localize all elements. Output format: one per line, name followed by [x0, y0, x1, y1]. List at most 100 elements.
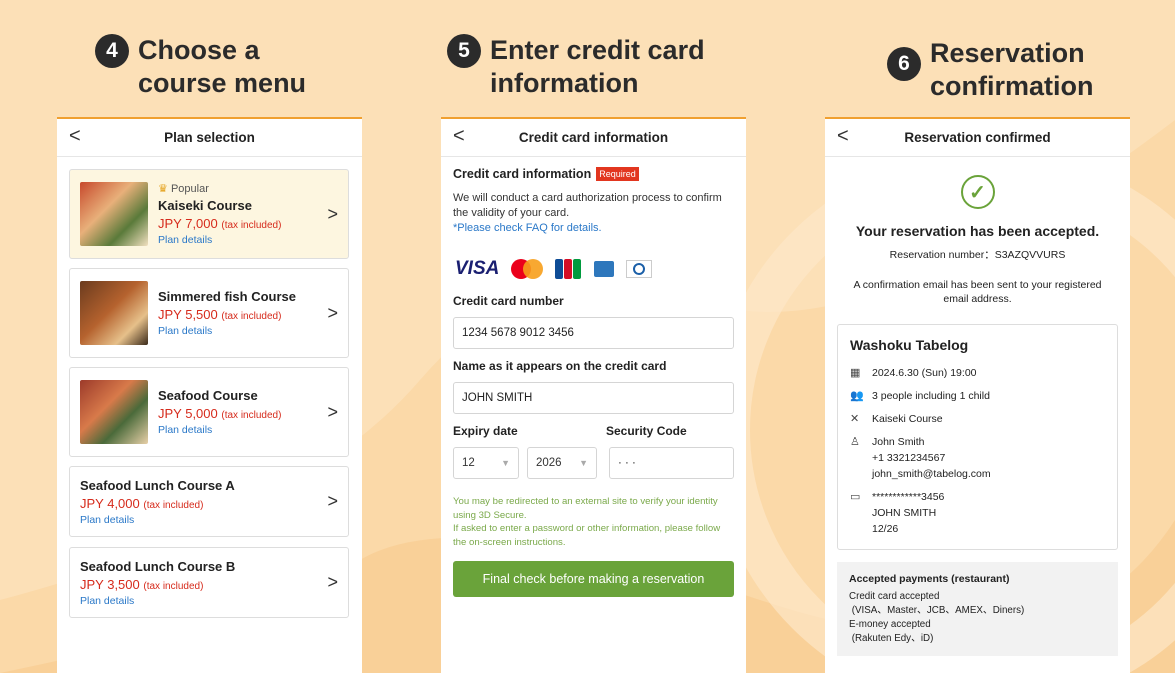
jcb-logo: [555, 259, 582, 279]
detail-datetime: ▦ 2024.6.30 (Sun) 19:00: [850, 365, 1105, 381]
people-value: 3 people including 1 child: [872, 390, 990, 402]
final-check-button[interactable]: Final check before making a reservation: [453, 561, 734, 597]
expiry-security-labels: Expiry date Security Code: [453, 424, 734, 438]
course-photo: [80, 380, 148, 444]
screen-title: Plan selection: [164, 130, 255, 145]
chevron-left-icon[interactable]: <: [69, 125, 81, 148]
authorization-description: We will conduct a card authorization pro…: [453, 192, 722, 219]
check-circle-icon: ✓: [960, 175, 995, 209]
person-icon: ♙: [850, 436, 860, 448]
tax-note: (tax included): [143, 499, 204, 511]
restaurant-name: Washoku Tabelog: [850, 337, 969, 353]
plan-details-link[interactable]: Plan details: [158, 424, 321, 436]
email-sent-note: A confirmation email has been sent to yo…: [853, 279, 1102, 305]
chevron-right-icon: >: [327, 302, 338, 323]
tax-note: (tax included): [221, 311, 282, 322]
year-value: 2026: [536, 457, 562, 469]
tax-note: (tax included): [221, 410, 282, 421]
card-name-input[interactable]: JOHN SMITH: [453, 382, 734, 414]
plan-details-link[interactable]: Plan details: [158, 234, 321, 246]
expiry-month-select[interactable]: 12 ▼: [453, 447, 519, 479]
diners-logo: [626, 260, 653, 278]
chevron-right-icon: >: [327, 203, 338, 224]
chevron-right-icon: >: [327, 491, 338, 511]
plan-price: JPY 3,500 (tax included): [80, 577, 321, 592]
price-value: JPY 7,000: [158, 216, 218, 231]
badge-label: Popular: [170, 183, 209, 195]
price-value: JPY 5,500: [158, 307, 218, 322]
3d-secure-note: You may be redirected to an external sit…: [453, 496, 721, 548]
price-value: JPY 4,000: [80, 495, 140, 511]
step-6-heading: 6 Reservation confirmation: [887, 37, 1094, 103]
card-name-label: Name as it appears on the credit card: [453, 359, 667, 373]
plan-details-link[interactable]: Plan details: [80, 595, 321, 607]
contact-value: John Smith +1 3321234567 john_smith@tabe…: [872, 436, 991, 480]
chevron-right-icon: >: [327, 401, 338, 422]
expiry-year-select[interactable]: 2026 ▼: [527, 447, 597, 479]
plan-name: Seafood Lunch Course A: [80, 477, 235, 493]
plan-price: JPY 4,000 (tax included): [80, 496, 321, 511]
screen-header: < Credit card information: [441, 119, 746, 157]
plan-price: JPY 7,000 (tax included): [158, 216, 321, 231]
plan-details-link[interactable]: Plan details: [80, 514, 321, 526]
expiry-label: Expiry date: [453, 424, 518, 438]
mastercard-logo: [511, 259, 544, 279]
credit-card-screen: < Credit card information Credit card in…: [441, 117, 746, 673]
chevron-left-icon[interactable]: <: [837, 125, 849, 148]
tax-note: (tax included): [143, 580, 204, 592]
people-icon: 👥: [850, 390, 864, 402]
dropdown-caret-icon: ▼: [579, 458, 588, 468]
course-photo: [80, 281, 148, 345]
plan-selection-screen: < Plan selection ♛ Popular Kaiseki Cours…: [57, 117, 362, 673]
price-value: JPY 3,500: [80, 576, 140, 592]
plan-card-kaiseki[interactable]: ♛ Popular Kaiseki Course JPY 7,000 (tax …: [69, 169, 349, 259]
utensils-icon: ✕: [850, 413, 860, 425]
datetime-value: 2024.6.30 (Sun) 19:00: [872, 367, 977, 379]
security-code-label: Security Code: [606, 424, 687, 438]
step-title: Reservation confirmation: [930, 38, 1094, 101]
plan-price: JPY 5,000 (tax included): [158, 406, 321, 421]
reservation-details-box: Washoku Tabelog ▦ 2024.6.30 (Sun) 19:00 👥…: [837, 324, 1118, 550]
course-photo: [80, 182, 148, 246]
plan-card-lunch-b[interactable]: Seafood Lunch Course B JPY 3,500 (tax in…: [69, 547, 349, 618]
payments-title: Accepted payments (restaurant): [849, 573, 1010, 585]
detail-contact: ♙ John Smith +1 3321234567 john_smith@tab…: [850, 434, 1105, 482]
screen-header: < Plan selection: [57, 119, 362, 157]
plan-name: Seafood Course: [158, 388, 258, 403]
popular-badge: ♛ Popular: [158, 182, 321, 195]
calendar-icon: ▦: [850, 367, 861, 379]
plan-card-simmered-fish[interactable]: Simmered fish Course JPY 5,500 (tax incl…: [69, 268, 349, 358]
card-number-label: Credit card number: [453, 294, 564, 308]
detail-course: ✕ Kaiseki Course: [850, 411, 1105, 427]
plan-name: Seafood Lunch Course B: [80, 558, 236, 574]
amex-logo: [594, 261, 615, 277]
chevron-right-icon: >: [327, 572, 338, 592]
plan-name: Kaiseki Course: [158, 198, 252, 213]
security-code-input[interactable]: · · ·: [609, 447, 734, 479]
dropdown-caret-icon: ▼: [501, 458, 510, 468]
card-value: ************3456 JOHN SMITH 12/26: [872, 491, 945, 535]
step-number: 4: [95, 34, 129, 68]
screen-title: Reservation confirmed: [904, 130, 1051, 145]
card-number-input[interactable]: 1234 5678 9012 3456: [453, 317, 734, 349]
chevron-left-icon[interactable]: <: [453, 125, 465, 148]
card-brand-logos: VISA: [455, 258, 734, 280]
reservation-confirmed-screen: < Reservation confirmed ✓ Your reservati…: [825, 117, 1130, 673]
plan-details-link[interactable]: Plan details: [158, 325, 321, 337]
step-title: Enter credit card information: [490, 35, 705, 98]
detail-people: 👥 3 people including 1 child: [850, 388, 1105, 404]
section-title-text: Credit card information: [453, 167, 592, 181]
step-number: 5: [447, 34, 481, 68]
payments-text: Credit card accepted (VISA、Master、JCB、AM…: [849, 591, 1025, 644]
expiry-row: 12 ▼ 2026 ▼ · · ·: [453, 447, 734, 489]
step-title: Choose a course menu: [138, 35, 307, 98]
plan-card-seafood[interactable]: Seafood Course JPY 5,000 (tax included) …: [69, 367, 349, 457]
visa-logo: VISA: [455, 258, 500, 279]
price-value: JPY 5,000: [158, 406, 218, 421]
plan-card-lunch-a[interactable]: Seafood Lunch Course A JPY 4,000 (tax in…: [69, 466, 349, 537]
month-value: 12: [462, 457, 475, 469]
credit-card-icon: ▭: [850, 491, 861, 503]
faq-link[interactable]: *Please check FAQ for details.: [453, 221, 734, 236]
step-number: 6: [887, 47, 921, 81]
required-badge: Required: [596, 167, 639, 181]
